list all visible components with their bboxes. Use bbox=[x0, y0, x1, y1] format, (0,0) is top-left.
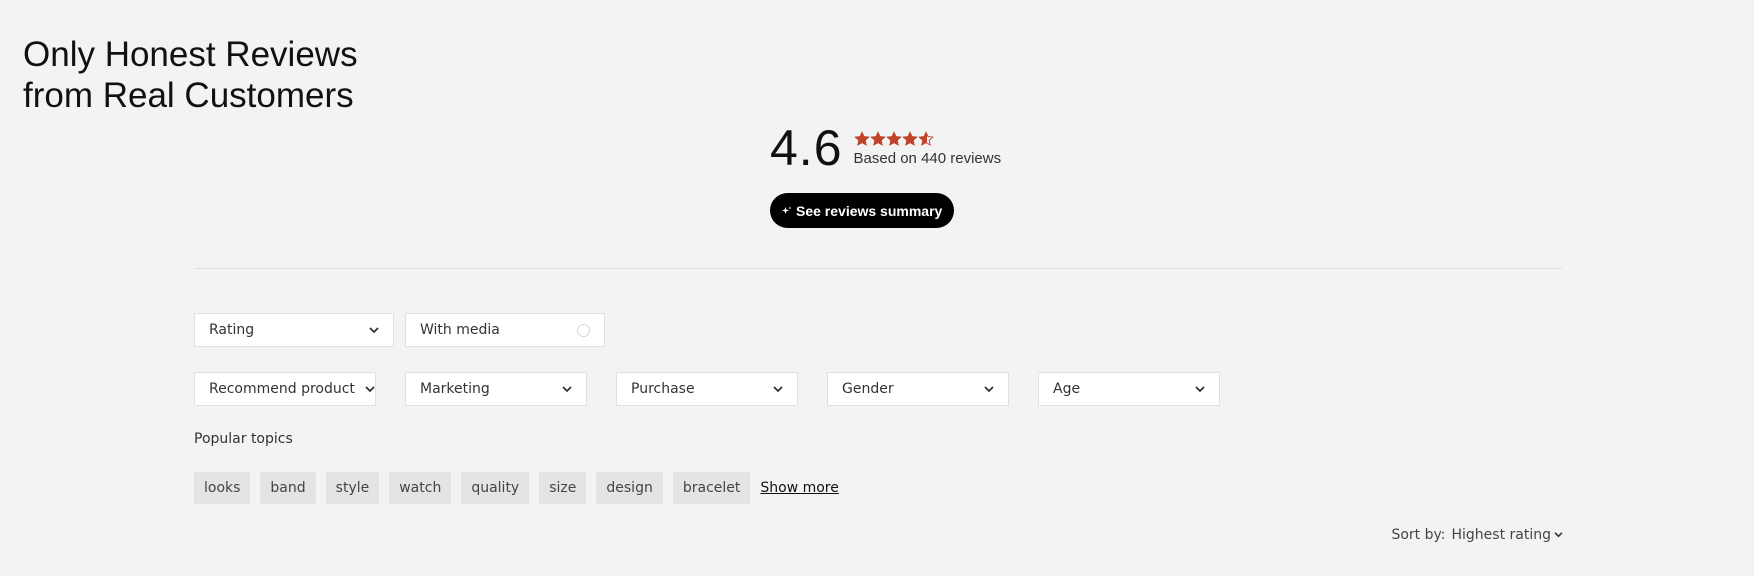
filter-gender[interactable]: Gender bbox=[827, 372, 1009, 406]
page-title-line-2: from Real Customers bbox=[23, 76, 354, 115]
page-title-line-1: Only Honest Reviews bbox=[23, 35, 358, 74]
topic-chip[interactable]: size bbox=[539, 472, 587, 504]
chevron-down-icon bbox=[365, 385, 375, 393]
chevron-down-icon bbox=[773, 385, 783, 393]
star-rating bbox=[853, 130, 1002, 148]
average-rating: 4.6 bbox=[770, 120, 843, 176]
topic-chip[interactable]: watch bbox=[389, 472, 452, 504]
filter-with-media-label: With media bbox=[420, 322, 500, 338]
filter-marketing-label: Marketing bbox=[420, 381, 490, 397]
filter-purchase-label: Purchase bbox=[631, 381, 695, 397]
topic-chip[interactable]: looks bbox=[194, 472, 251, 504]
filter-purchase[interactable]: Purchase bbox=[616, 372, 798, 406]
filter-rating-label: Rating bbox=[209, 322, 255, 338]
section-divider bbox=[194, 268, 1562, 269]
topic-chip[interactable]: design bbox=[596, 472, 663, 504]
popular-topics-label: Popular topics bbox=[194, 431, 293, 447]
page-title: Only Honest Reviews from Real Customers bbox=[23, 34, 358, 116]
show-more-link[interactable]: Show more bbox=[760, 480, 839, 496]
filter-age[interactable]: Age bbox=[1038, 372, 1220, 406]
chevron-down-icon bbox=[1554, 532, 1563, 538]
see-reviews-summary-label: See reviews summary bbox=[796, 202, 943, 219]
star-icon bbox=[901, 130, 918, 147]
sort-dropdown[interactable]: Sort by: Highest rating bbox=[1391, 527, 1563, 543]
sort-label: Sort by: bbox=[1391, 527, 1446, 543]
filter-rating[interactable]: Rating bbox=[194, 313, 394, 347]
filter-recommend-product[interactable]: Recommend product bbox=[194, 372, 376, 406]
chevron-down-icon bbox=[369, 326, 379, 334]
star-icon bbox=[917, 130, 934, 147]
see-reviews-summary-button[interactable]: See reviews summary bbox=[770, 193, 955, 228]
chevron-down-icon bbox=[1195, 385, 1205, 393]
filter-gender-label: Gender bbox=[842, 381, 894, 397]
rating-summary: 4.6 Based on 440 reviews bbox=[770, 120, 1001, 176]
review-count: Based on 440 reviews bbox=[853, 149, 1002, 167]
topic-chip[interactable]: style bbox=[325, 472, 380, 504]
star-icon bbox=[869, 130, 886, 147]
chevron-down-icon bbox=[562, 385, 572, 393]
filter-recommend-product-label: Recommend product bbox=[209, 381, 355, 397]
star-icon bbox=[853, 130, 870, 147]
chevron-down-icon bbox=[984, 385, 994, 393]
filter-age-label: Age bbox=[1053, 381, 1081, 397]
topic-chip[interactable]: quality bbox=[461, 472, 530, 504]
filter-marketing[interactable]: Marketing bbox=[405, 372, 587, 406]
topic-chip[interactable]: band bbox=[260, 472, 316, 504]
rating-meta: Based on 440 reviews bbox=[853, 130, 1002, 167]
popular-topics-list: looks band style watch quality size desi… bbox=[194, 472, 839, 504]
star-icon bbox=[885, 130, 902, 147]
filter-with-media[interactable]: With media bbox=[405, 313, 605, 347]
sparkle-icon bbox=[782, 206, 792, 216]
radio-circle-icon[interactable] bbox=[577, 323, 590, 337]
topic-chip[interactable]: bracelet bbox=[672, 472, 751, 504]
sort-value: Highest rating bbox=[1451, 527, 1552, 543]
